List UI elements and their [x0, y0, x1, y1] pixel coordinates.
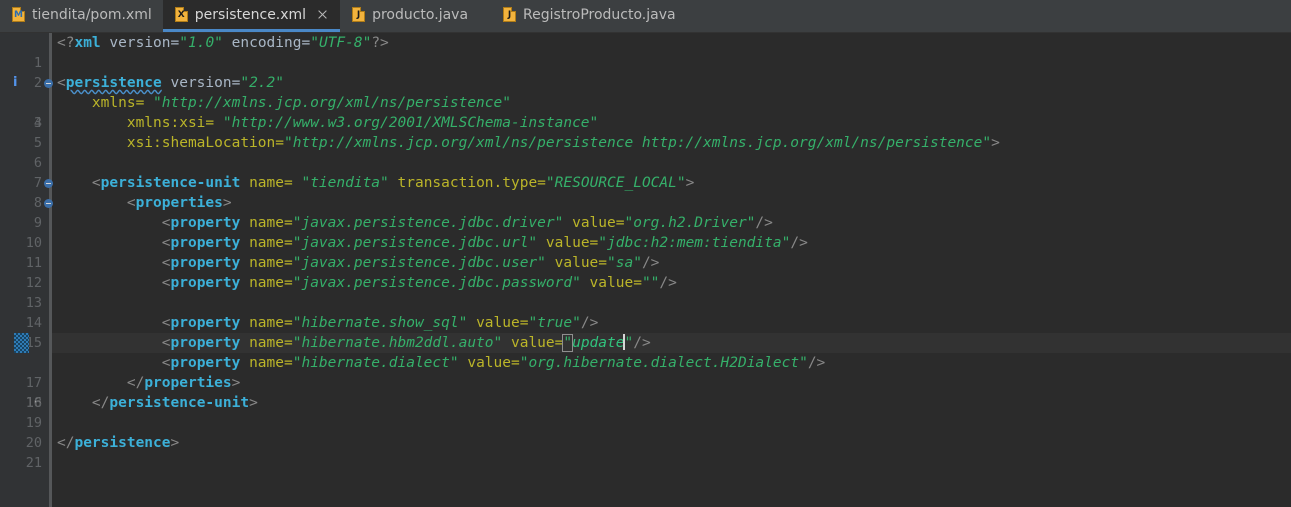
line-number: 19 — [25, 415, 42, 431]
line-content[interactable]: <property name="javax.persistence.jdbc.p… — [57, 273, 677, 293]
info-gutter-icon[interactable]: i — [13, 73, 17, 93]
line-content[interactable]: xsi:shemaLocation="http://xmlns.jcp.org/… — [57, 133, 1000, 153]
code-line[interactable]: 2 — [0, 53, 1291, 91]
code-line[interactable]: 8 <persistence-unit name= "tiendita" tra… — [0, 173, 1291, 211]
code-line[interactable]: 1 <?xml version="1.0" encoding="UTF-8"?> — [0, 33, 1291, 71]
line-number: 18 — [25, 395, 42, 411]
line-content[interactable]: <property name="javax.persistence.jdbc.u… — [57, 253, 660, 273]
code-line[interactable]: 17 <property name="hibernate.dialect" va… — [0, 353, 1291, 391]
line-number: 4 — [33, 115, 42, 131]
line-number: 10 — [25, 235, 42, 251]
code-line[interactable]: 9 <properties> — [0, 193, 1291, 231]
tab-label: persistence.xml — [194, 6, 307, 23]
code-line[interactable]: 6 xsi:shemaLocation="http://xmlns.jcp.or… — [0, 133, 1291, 171]
line-content[interactable]: </properties> — [57, 373, 241, 393]
code-line-current[interactable]: 16 <property name="hibernate.hbm2ddl.aut… — [0, 333, 1291, 411]
line-content[interactable]: xmlns= "http://xmlns.jcp.org/xml/ns/pers… — [57, 93, 511, 113]
tab-label: producto.java — [372, 6, 469, 23]
close-icon[interactable] — [316, 8, 329, 21]
line-content[interactable]: </persistence> — [57, 433, 179, 453]
matching-quote-highlight: " — [562, 334, 574, 352]
line-number: 11 — [25, 255, 42, 271]
tab-producto-java[interactable]: J producto.java — [340, 0, 479, 32]
line-content[interactable]: <persistence-unit name= "tiendita" trans… — [57, 173, 694, 193]
line-content[interactable]: <property name="hibernate.show_sql" valu… — [57, 313, 599, 333]
maven-file-icon: M — [12, 7, 25, 22]
line-content[interactable]: <property name="javax.persistence.jdbc.d… — [57, 213, 773, 233]
line-number: 1 — [33, 55, 42, 71]
code-area[interactable]: 1 <?xml version="1.0" encoding="UTF-8"?>… — [0, 33, 1291, 507]
java-file-icon: J — [503, 7, 517, 22]
code-line[interactable]: 10 <property name="javax.persistence.jdb… — [0, 213, 1291, 251]
fold-collapse-icon[interactable] — [44, 179, 53, 188]
line-content[interactable]: <properties> — [57, 193, 232, 213]
line-content[interactable]: <property name="hibernate.hbm2ddl.auto" … — [57, 333, 651, 353]
line-number: 8 — [33, 195, 42, 211]
line-number: 2 — [33, 75, 42, 91]
code-line[interactable]: 13 <property name="javax.persistence.jdb… — [0, 273, 1291, 311]
code-line[interactable]: 15 <property name="hibernate.show_sql" v… — [0, 313, 1291, 351]
line-number: 12 — [25, 275, 42, 291]
line-content[interactable]: <?xml version="1.0" encoding="UTF-8"?> — [57, 33, 389, 53]
tab-tiendita-pom-xml[interactable]: M tiendita/pom.xml — [0, 0, 163, 32]
line-number: 7 — [33, 175, 42, 191]
tab-label: tiendita/pom.xml — [32, 6, 152, 23]
line-number: 9 — [33, 215, 42, 231]
line-number: 5 — [33, 135, 42, 151]
line-content[interactable]: <property name="javax.persistence.jdbc.u… — [57, 233, 808, 253]
changed-line-marker[interactable] — [14, 333, 29, 353]
code-line[interactable]: 18 </properties> — [0, 373, 1291, 411]
code-line[interactable]: 20 — [0, 413, 1291, 451]
code-editor[interactable]: 1 <?xml version="1.0" encoding="UTF-8"?>… — [0, 33, 1291, 507]
code-line[interactable]: 14 — [0, 293, 1291, 331]
line-content[interactable]: <persistence version="2.2" — [57, 73, 284, 93]
line-content[interactable]: </persistence-unit> — [57, 393, 258, 413]
line-content[interactable]: xmlns:xsi= "http://www.w3.org/2001/XMLSC… — [57, 113, 598, 133]
line-number: 17 — [25, 375, 42, 391]
code-line[interactable]: 5 xmlns:xsi= "http://www.w3.org/2001/XML… — [0, 113, 1291, 151]
tab-registroproducto-java[interactable]: J RegistroProducto.java — [491, 0, 687, 32]
line-number: 6 — [33, 155, 42, 171]
editor-tab-bar: M tiendita/pom.xml X persistence.xml J p… — [0, 0, 1291, 33]
tab-label: RegistroProducto.java — [523, 6, 676, 23]
fold-collapse-icon[interactable] — [44, 79, 53, 88]
fold-collapse-icon[interactable] — [44, 199, 53, 208]
code-line[interactable]: 12 <property name="javax.persistence.jdb… — [0, 253, 1291, 291]
code-line[interactable]: 21 </persistence> — [0, 433, 1291, 471]
line-number: 14 — [25, 315, 42, 331]
xml-file-icon: X — [174, 7, 188, 22]
tab-persistence-xml[interactable]: X persistence.xml — [162, 0, 341, 32]
code-line[interactable]: 4 xmlns= "http://xmlns.jcp.org/xml/ns/pe… — [0, 93, 1291, 131]
line-number: 21 — [25, 455, 42, 471]
line-content[interactable]: <property name="hibernate.dialect" value… — [57, 353, 826, 373]
java-file-icon: J — [352, 7, 366, 22]
code-line[interactable]: 19 </persistence-unit> — [0, 393, 1291, 431]
line-number: 13 — [25, 295, 42, 311]
code-line[interactable]: 7 — [0, 153, 1291, 191]
code-line[interactable]: i 3 <persistence version="2.2" — [0, 73, 1291, 131]
code-line[interactable]: 11 <property name="javax.persistence.jdb… — [0, 233, 1291, 271]
line-number: 20 — [25, 435, 42, 451]
